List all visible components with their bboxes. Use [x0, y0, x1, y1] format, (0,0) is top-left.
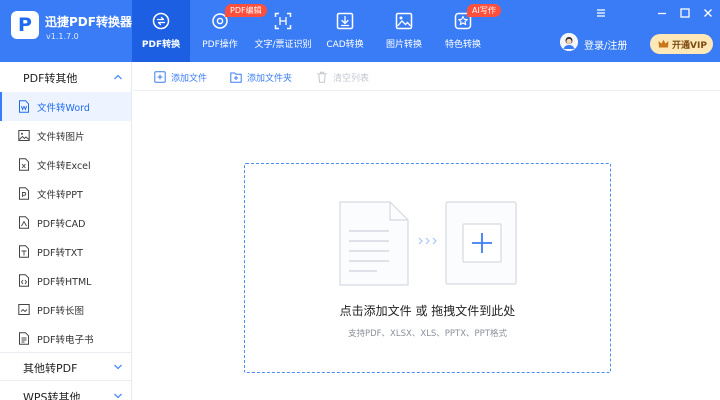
ppt-icon: [19, 187, 29, 200]
tab-cad-convert[interactable]: CAD转换: [316, 0, 374, 62]
add-folder-label: 添加文件夹: [247, 74, 293, 84]
minimize-icon[interactable]: [655, 6, 669, 20]
sidebar-item-label: PDF转长图: [37, 306, 85, 317]
clear-list-label: 清空列表: [333, 74, 370, 84]
sidebar-group-label: 其他转PDF: [23, 362, 78, 375]
app-version: v1.1.7.0: [46, 32, 79, 41]
add-plus-icon: [445, 201, 517, 285]
vip-label: 开通VIP: [672, 41, 707, 51]
tab-label: 图片转换: [385, 40, 422, 50]
sidebar-item-file-to-image[interactable]: 文件转图片: [0, 121, 131, 150]
supported-formats: 支持PDF、XLSX、XLS、PPTX、PPT格式: [347, 329, 507, 339]
sidebar-item-label: 文件转Word: [37, 103, 90, 114]
login-register-link[interactable]: 登录/注册: [584, 37, 627, 52]
sidebar-item-file-to-ppt[interactable]: 文件转PPT: [0, 179, 131, 208]
tab-ocr[interactable]: 文字/票证识别: [250, 0, 316, 62]
sidebar-item-pdf-to-cad[interactable]: PDF转CAD: [0, 208, 131, 237]
sidebar-group-pdf-to-other[interactable]: PDF转其他: [0, 62, 131, 92]
sidebar: PDF转其他 文件转Word 文件转图片 文件转Excel 文件转PPT PDF…: [0, 62, 132, 400]
sidebar-item-label: PDF转TXT: [37, 248, 83, 259]
sidebar-item-label: 文件转PPT: [37, 190, 83, 201]
sidebar-group-other-to-pdf[interactable]: 其他转PDF: [0, 352, 131, 382]
trash-icon: [317, 71, 327, 83]
cad-icon: [19, 216, 29, 229]
document-icon: [339, 201, 409, 286]
drop-zone-title: 点击添加文件 或 拖拽文件到此处: [339, 304, 516, 318]
logo-letter: P: [18, 14, 32, 36]
add-file-label: 添加文件: [171, 74, 208, 84]
tab-label: PDF操作: [202, 40, 238, 50]
app-name: 迅捷PDF转换器: [45, 15, 132, 29]
tab-image-convert[interactable]: 图片转换: [374, 0, 434, 62]
word-icon: [19, 100, 29, 113]
sidebar-group-wps-to-other[interactable]: WPS转其他: [0, 381, 131, 400]
sidebar-item-file-to-word[interactable]: 文件转Word: [0, 92, 131, 121]
add-folder-button[interactable]: 添加文件夹: [230, 69, 302, 85]
user-avatar-icon: [560, 33, 578, 51]
sidebar-item-pdf-to-long-image[interactable]: PDF转长图: [0, 295, 131, 324]
sidebar-item-label: PDF转HTML: [37, 277, 92, 288]
ebook-icon: [19, 332, 29, 345]
sidebar-item-label: 文件转图片: [37, 132, 85, 143]
sidebar-item-pdf-to-ebook[interactable]: PDF转电子书: [0, 324, 131, 353]
toolbar-divider: [133, 90, 720, 91]
sidebar-item-label: PDF转电子书: [37, 335, 94, 346]
excel-icon: [19, 158, 29, 171]
crown-icon: [658, 39, 669, 48]
sidebar-item-label: 文件转Excel: [37, 161, 91, 172]
tab-label: CAD转换: [326, 40, 364, 50]
image-icon: [18, 130, 30, 141]
chevron-down-icon: [114, 364, 122, 370]
sidebar-item-file-to-excel[interactable]: 文件转Excel: [0, 150, 131, 179]
tab-label: 特色转换: [444, 40, 481, 50]
add-folder-icon: [230, 72, 242, 83]
html-icon: [19, 274, 29, 287]
tab-pdf-convert[interactable]: PDF转换: [132, 0, 190, 62]
chevron-up-icon: [114, 74, 122, 80]
menu-icon[interactable]: [594, 6, 608, 20]
refresh-document-icon: [152, 12, 170, 30]
chevron-down-icon: [114, 393, 122, 399]
avatar[interactable]: [560, 33, 578, 51]
add-file-icon: [154, 71, 166, 83]
close-icon[interactable]: [701, 6, 715, 20]
open-vip-button[interactable]: 开通VIP: [650, 34, 713, 54]
txt-icon: [19, 245, 29, 258]
maximize-icon[interactable]: [678, 6, 692, 20]
long-image-icon: [18, 304, 30, 315]
app-logo: P: [11, 11, 39, 39]
sidebar-group-label: PDF转其他: [23, 72, 78, 85]
add-file-button[interactable]: 添加文件: [154, 69, 214, 85]
clear-list-button[interactable]: 清空列表: [316, 69, 376, 85]
scan-frame-icon: [274, 12, 292, 30]
image-icon: [395, 12, 413, 30]
sidebar-group-label: WPS转其他: [23, 391, 81, 400]
sidebar-item-pdf-to-html[interactable]: PDF转HTML: [0, 266, 131, 295]
tab-label: 文字/票证识别: [254, 40, 312, 50]
tab-label: PDF转换: [141, 40, 181, 50]
arrow-right-icon: [418, 237, 437, 245]
ai-writing-badge: AI写作: [467, 4, 501, 17]
title-bar: P 迅捷PDF转换器 v1.1.7.0 PDF转换 PDF操作 PDF编辑 文字…: [0, 0, 720, 62]
sidebar-item-pdf-to-txt[interactable]: PDF转TXT: [0, 237, 131, 266]
sidebar-item-label: PDF转CAD: [37, 219, 86, 230]
cad-download-icon: [336, 12, 354, 30]
file-drop-zone[interactable]: 点击添加文件 或 拖拽文件到此处 支持PDF、XLSX、XLS、PPTX、PPT…: [244, 163, 611, 373]
